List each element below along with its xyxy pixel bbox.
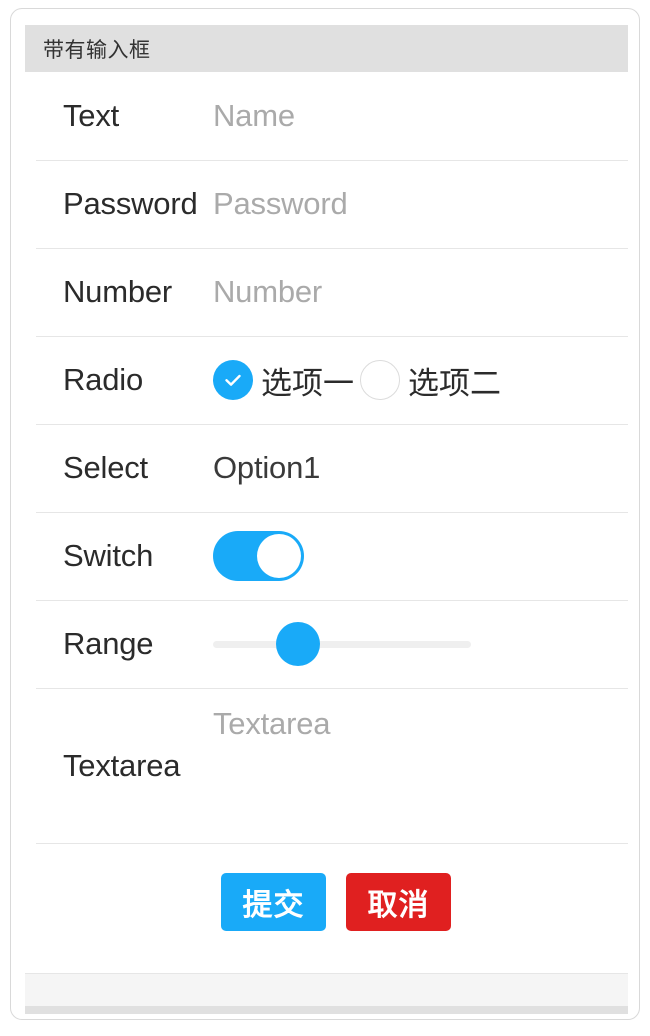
text-input-placeholder[interactable]: Name [213, 98, 295, 134]
form-row-password[interactable]: Password Password [25, 160, 628, 248]
form-card: 带有输入框 Text Name Password Password Number… [10, 8, 640, 1020]
radio-checked-icon[interactable] [213, 360, 253, 400]
field-select[interactable]: Option1 [213, 450, 622, 486]
card-footer-strip [25, 1006, 628, 1014]
cancel-button[interactable]: 取消 [346, 873, 451, 931]
form-row-text[interactable]: Text Name [25, 72, 628, 160]
radio-option-2-label[interactable]: 选项二 [408, 358, 501, 403]
radio-option-1[interactable]: 选项一 [213, 358, 360, 403]
field-switch [213, 531, 622, 581]
textarea-placeholder[interactable]: Textarea [213, 706, 331, 741]
field-text[interactable]: Name [213, 98, 622, 134]
label-textarea: Textarea [63, 747, 181, 783]
switch-knob [257, 534, 301, 578]
field-radio: 选项一 选项二 [213, 358, 622, 403]
label-number: Number [63, 274, 173, 309]
switch-toggle[interactable] [213, 531, 304, 581]
form-list: Text Name Password Password Number Numbe… [25, 72, 628, 961]
card-header: 带有输入框 [25, 25, 628, 72]
select-value[interactable]: Option1 [213, 450, 320, 486]
label-range: Range [63, 626, 154, 661]
radio-option-1-label[interactable]: 选项一 [261, 358, 354, 403]
field-password[interactable]: Password [213, 186, 622, 222]
label-select: Select [63, 450, 148, 485]
label-password: Password [63, 186, 198, 221]
label-switch: Switch [63, 538, 154, 573]
form-row-select[interactable]: Select Option1 [25, 424, 628, 512]
form-row-number[interactable]: Number Number [25, 248, 628, 336]
password-input-placeholder[interactable]: Password [213, 186, 348, 222]
submit-button[interactable]: 提交 [221, 873, 326, 931]
range-thumb[interactable] [276, 622, 320, 666]
form-row-range: Range [25, 600, 628, 688]
action-row: 提交 取消 [25, 843, 628, 961]
radio-unchecked-icon[interactable] [360, 360, 400, 400]
label-text: Text [63, 98, 120, 133]
field-textarea[interactable]: Textarea [213, 688, 622, 843]
form-row-radio: Radio 选项一 选项二 [25, 336, 628, 424]
card-footer [25, 973, 628, 1007]
radio-option-2[interactable]: 选项二 [360, 358, 507, 403]
number-input-placeholder[interactable]: Number [213, 274, 322, 310]
range-track[interactable] [213, 641, 471, 648]
label-radio: Radio [63, 362, 143, 397]
card-header-title: 带有输入框 [43, 38, 151, 62]
form-row-textarea[interactable]: Textarea Textarea [25, 688, 628, 843]
radio-group: 选项一 选项二 [213, 358, 507, 403]
field-number[interactable]: Number [213, 274, 622, 310]
range-slider[interactable] [213, 622, 471, 666]
field-range [213, 622, 622, 666]
form-row-switch: Switch [25, 512, 628, 600]
